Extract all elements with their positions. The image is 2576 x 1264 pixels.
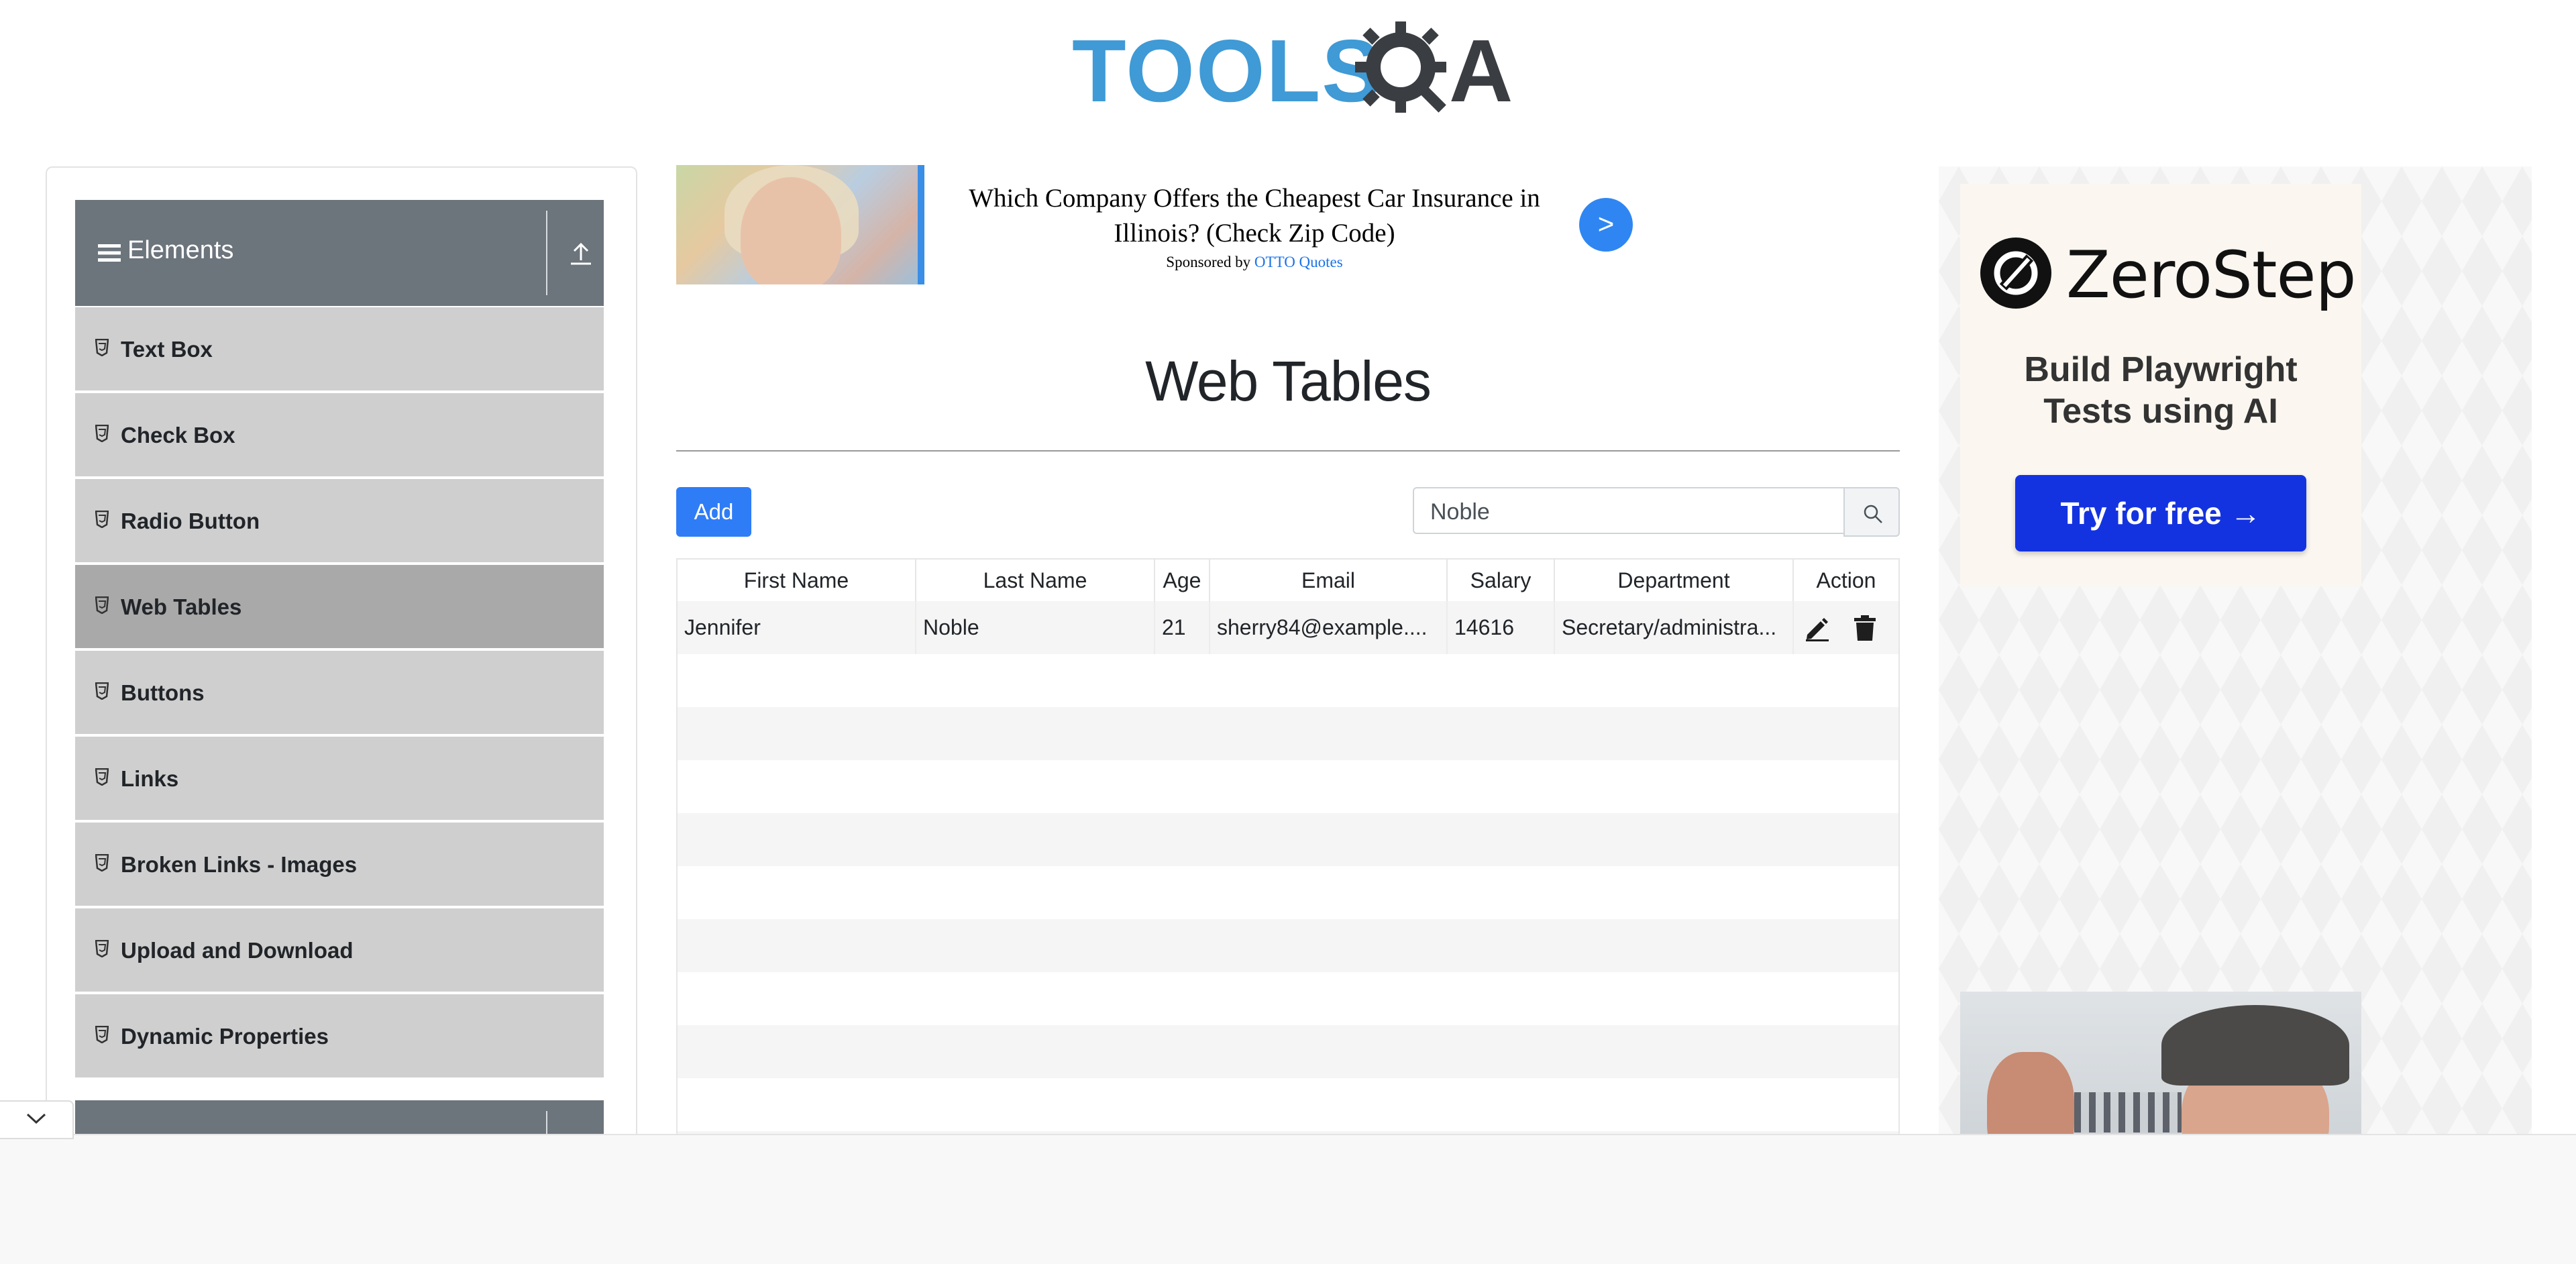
sidebar-item-label: Web Tables	[121, 594, 242, 619]
table-row: Jennifer Noble 21 sherry84@example.... 1…	[678, 601, 1898, 654]
add-button[interactable]: Add	[676, 487, 751, 537]
photo-cap	[2161, 1005, 2349, 1086]
table-row-empty	[678, 866, 1898, 919]
sidebar-item-label: Dynamic Properties	[121, 1024, 329, 1049]
sidebar-item-web-tables[interactable]: Web Tables	[75, 565, 604, 651]
sidebar-item-radio-button[interactable]: Radio Button	[75, 479, 604, 565]
delete-trash-icon[interactable]	[1853, 615, 1877, 641]
search-input[interactable]: Noble	[1413, 487, 1846, 534]
table-row-empty	[678, 707, 1898, 760]
zerostep-tagline-line2: Tests using AI	[2043, 392, 2278, 431]
sidebar-item-label: Radio Button	[121, 509, 260, 533]
html5-icon	[95, 339, 109, 356]
ad-sponsor-brand[interactable]: OTTO Quotes	[1254, 254, 1343, 270]
photo-crowd	[2074, 1092, 2182, 1133]
ad-banner[interactable]: Which Company Offers the Cheapest Car In…	[676, 165, 1635, 284]
right-ad-photo[interactable]	[1960, 992, 2361, 1137]
ad-sponsor-prefix: Sponsored by	[1166, 254, 1251, 270]
ad-next-button[interactable]: >	[1579, 198, 1633, 252]
sidebar-item-label: Text Box	[121, 337, 213, 362]
sidebar-item-dynamic-properties[interactable]: Dynamic Properties	[75, 994, 604, 1080]
ad-headline[interactable]: Which Company Offers the Cheapest Car In…	[953, 181, 1556, 251]
table-row-empty	[678, 1025, 1898, 1078]
sidebar-item-links[interactable]: Links	[75, 737, 604, 823]
logo-text-tools: TOOLS	[1072, 21, 1383, 120]
zerostep-tagline: Build Playwright Tests using AI	[1960, 349, 2361, 432]
html5-icon	[95, 1026, 109, 1043]
site-header: TOOLS A	[0, 0, 2576, 134]
html5-icon	[95, 596, 109, 614]
hamburger-icon	[98, 244, 121, 262]
html5-icon	[95, 682, 109, 700]
page-title: Web Tables	[1145, 350, 1432, 413]
column-header-department[interactable]: Department	[1555, 560, 1794, 601]
zerostep-brand: ZeroStep	[2066, 238, 2356, 313]
sidebar-item-broken-links[interactable]: Broken Links - Images	[75, 823, 604, 908]
cell-last-name: Noble	[916, 601, 1155, 654]
sidebar-item-label: Upload and Download	[121, 938, 354, 963]
sidebar-item-check-box[interactable]: Check Box	[75, 393, 604, 479]
toolsqa-logo[interactable]: TOOLS A	[1072, 20, 1513, 122]
sidebar-item-upload-download[interactable]: Upload and Download	[75, 908, 604, 994]
ad-photo	[676, 165, 924, 284]
column-header-action: Action	[1816, 568, 1876, 592]
try-for-free-button[interactable]: Try for free →	[2015, 475, 2306, 551]
sidebar-item-label: Links	[121, 766, 179, 791]
photo-hand	[1987, 1052, 2074, 1137]
ad-sponsor: Sponsored by OTTO Quotes	[953, 254, 1556, 271]
html5-icon	[95, 768, 109, 786]
search-icon	[1864, 505, 1882, 523]
collapse-arrow-up-icon[interactable]	[568, 239, 594, 266]
sidebar-item-text-box[interactable]: Text Box	[75, 307, 604, 393]
sidebar-group-title: Elements	[127, 236, 234, 264]
cell-salary: 14616	[1448, 601, 1555, 654]
chevron-down-icon	[26, 1113, 46, 1124]
collapse-toggle[interactable]	[0, 1100, 74, 1139]
cell-first-name: Jennifer	[678, 601, 916, 654]
html5-icon	[95, 940, 109, 957]
edit-pencil-icon[interactable]	[1805, 616, 1830, 641]
table-row-empty	[678, 813, 1898, 866]
table-header: First Name Last Name Age Email Salary De…	[678, 560, 1898, 602]
zerostep-ad[interactable]: ZeroStep Build Playwright Tests using AI…	[1960, 184, 2361, 586]
column-header-salary[interactable]: Salary	[1448, 560, 1555, 601]
zerostep-tagline-line1: Build Playwright	[2024, 350, 2298, 389]
ad-photo-face	[741, 177, 841, 284]
column-header-email[interactable]: Email	[1210, 560, 1448, 601]
zerostep-logo-icon	[1980, 238, 2051, 309]
logo-text-a: A	[1449, 21, 1513, 120]
table-row-empty	[678, 972, 1898, 1025]
cell-department: Secretary/administra...	[1555, 601, 1794, 654]
column-header-age[interactable]: Age	[1155, 560, 1210, 601]
cell-email: sherry84@example....	[1210, 601, 1448, 654]
table-row-empty	[678, 654, 1898, 707]
column-header-last-name[interactable]: Last Name	[916, 560, 1155, 601]
html5-icon	[95, 854, 109, 872]
sidebar-item-buttons[interactable]: Buttons	[75, 651, 604, 737]
table-row-empty	[678, 760, 1898, 813]
logo-gear-magnifier-icon	[1355, 21, 1446, 113]
sidebar-group-elements[interactable]: Elements	[75, 200, 604, 306]
search-button[interactable]	[1843, 487, 1900, 537]
cell-age: 21	[1155, 601, 1210, 654]
html5-icon	[95, 425, 109, 442]
column-header-first-name[interactable]: First Name	[678, 560, 916, 601]
title-divider	[676, 450, 1900, 452]
table-row-empty	[678, 919, 1898, 972]
sidebar-item-label: Check Box	[121, 423, 235, 447]
bottom-ad-strip	[0, 1134, 2576, 1264]
sidebar-item-label: Broken Links - Images	[121, 852, 358, 877]
table-row-empty	[678, 1078, 1898, 1131]
html5-icon	[95, 511, 109, 528]
group-header-divider	[546, 211, 547, 295]
sidebar-item-label: Buttons	[121, 680, 205, 705]
